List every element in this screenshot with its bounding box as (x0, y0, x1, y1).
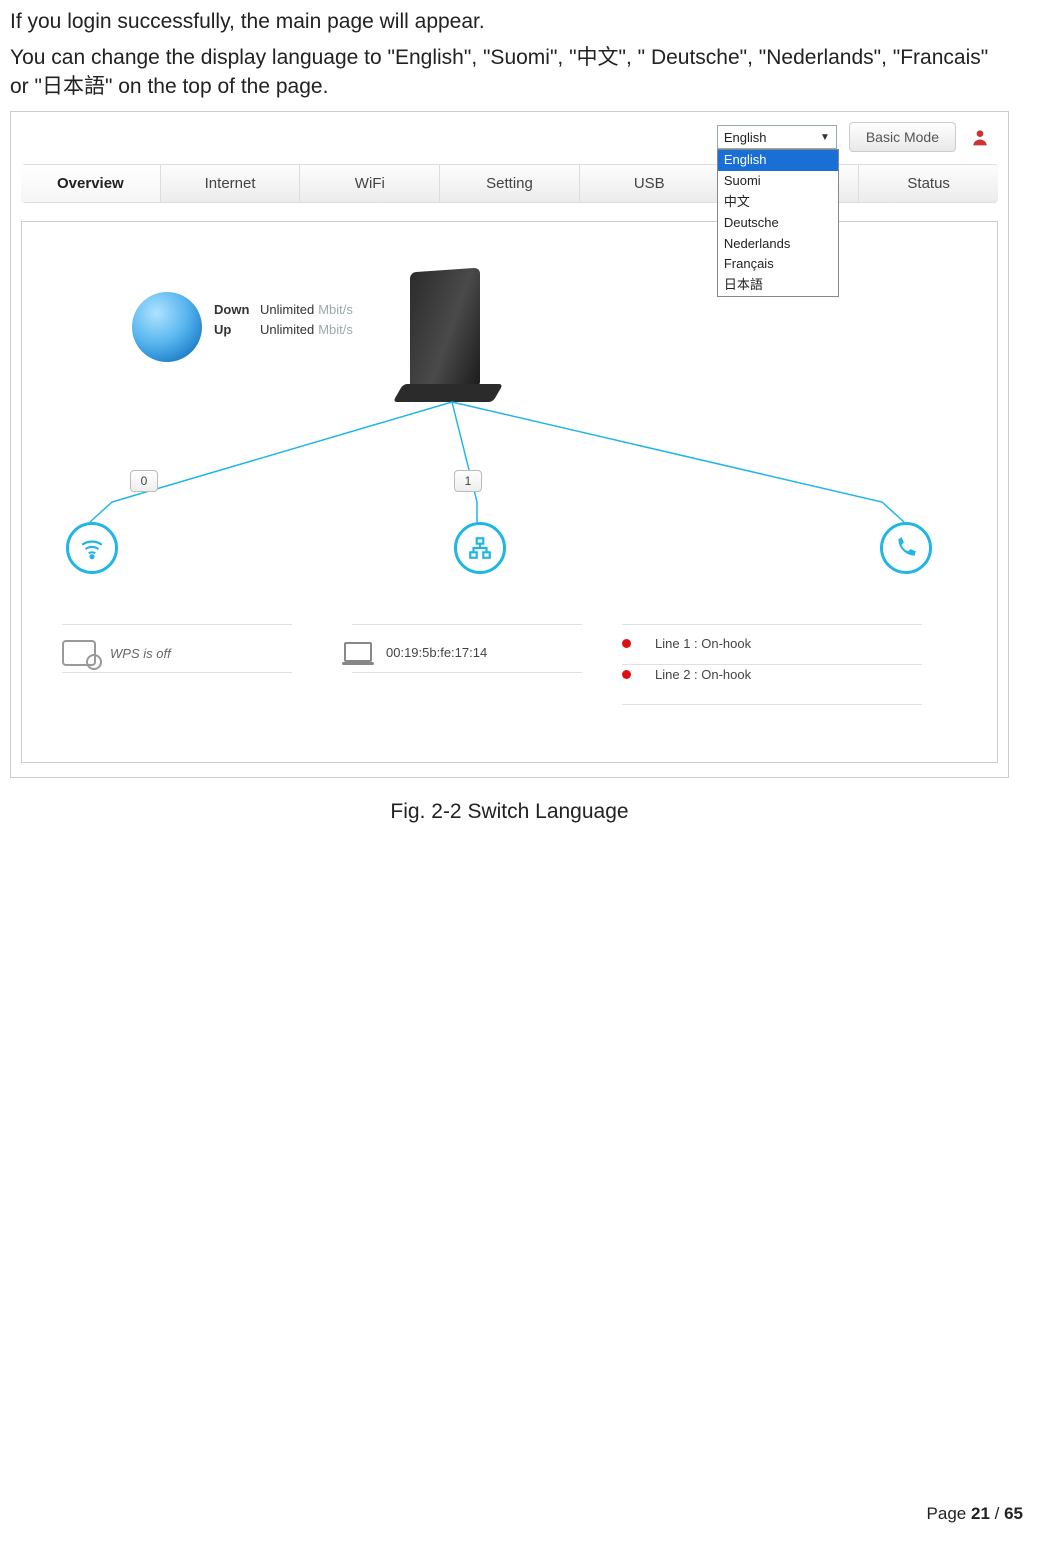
voip-status: Line 1 : On-hook Line 2 : On-hook (622, 636, 751, 698)
language-option-francais[interactable]: Français (718, 254, 838, 275)
chevron-down-icon: ▼ (820, 132, 830, 143)
wps-status-text: WPS is off (110, 646, 171, 661)
wps-icon (62, 640, 96, 666)
wps-status-row: WPS is off (62, 640, 171, 666)
language-dropdown: English Suomi 中文 Deutsche Nederlands Fra… (717, 149, 839, 297)
top-bar: English ▼ English Suomi 中文 Deutsche Nede… (11, 112, 1008, 158)
divider (622, 704, 922, 705)
laptop-icon (344, 642, 372, 662)
figure-caption: Fig. 2-2 Switch Language (10, 800, 1009, 824)
tab-setting[interactable]: Setting (440, 165, 580, 202)
intro-paragraph-1: If you login successfully, the main page… (10, 8, 1009, 36)
divider (62, 672, 292, 673)
language-option-nederlands[interactable]: Nederlands (718, 234, 838, 255)
tab-status[interactable]: Status (859, 165, 998, 202)
voip-line1: Line 1 : On-hook (655, 636, 751, 651)
phone-icon (880, 522, 932, 574)
language-selected-label: English (724, 130, 767, 145)
lan-client-count: 1 (454, 470, 482, 492)
divider (62, 624, 292, 625)
page-footer: Page 21 / 65 (927, 1504, 1023, 1524)
language-select[interactable]: English ▼ (717, 125, 837, 149)
divider (622, 624, 922, 625)
language-option-deutsche[interactable]: Deutsche (718, 213, 838, 234)
language-option-chinese[interactable]: 中文 (718, 192, 838, 213)
tab-wifi[interactable]: WiFi (300, 165, 440, 202)
overview-diagram: DownUnlimitedMbit/s UpUnlimitedMbit/s 0 … (21, 221, 998, 763)
topology-lines (22, 222, 997, 762)
basic-mode-button[interactable]: Basic Mode (849, 122, 956, 152)
wifi-icon (66, 522, 118, 574)
intro-paragraph-2: You can change the display language to "… (10, 44, 1009, 101)
divider (352, 672, 582, 673)
divider (352, 624, 582, 625)
user-icon[interactable] (968, 125, 992, 149)
voip-line2: Line 2 : On-hook (655, 667, 751, 682)
tab-internet[interactable]: Internet (161, 165, 301, 202)
status-dot-icon (622, 670, 631, 679)
language-option-english[interactable]: English (718, 150, 838, 171)
language-option-japanese[interactable]: 日本語 (718, 275, 838, 296)
language-option-suomi[interactable]: Suomi (718, 171, 838, 192)
tab-usb[interactable]: USB (580, 165, 720, 202)
nav-tabs: Overview Internet WiFi Setting USB VoIP … (21, 164, 998, 203)
lan-icon (454, 522, 506, 574)
lan-mac-address: 00:19:5b:fe:17:14 (386, 645, 487, 660)
status-dot-icon (622, 639, 631, 648)
router-admin-screenshot: English ▼ English Suomi 中文 Deutsche Nede… (10, 111, 1009, 778)
tab-overview[interactable]: Overview (21, 165, 161, 202)
lan-client-row: 00:19:5b:fe:17:14 (344, 642, 487, 662)
wifi-client-count: 0 (130, 470, 158, 492)
